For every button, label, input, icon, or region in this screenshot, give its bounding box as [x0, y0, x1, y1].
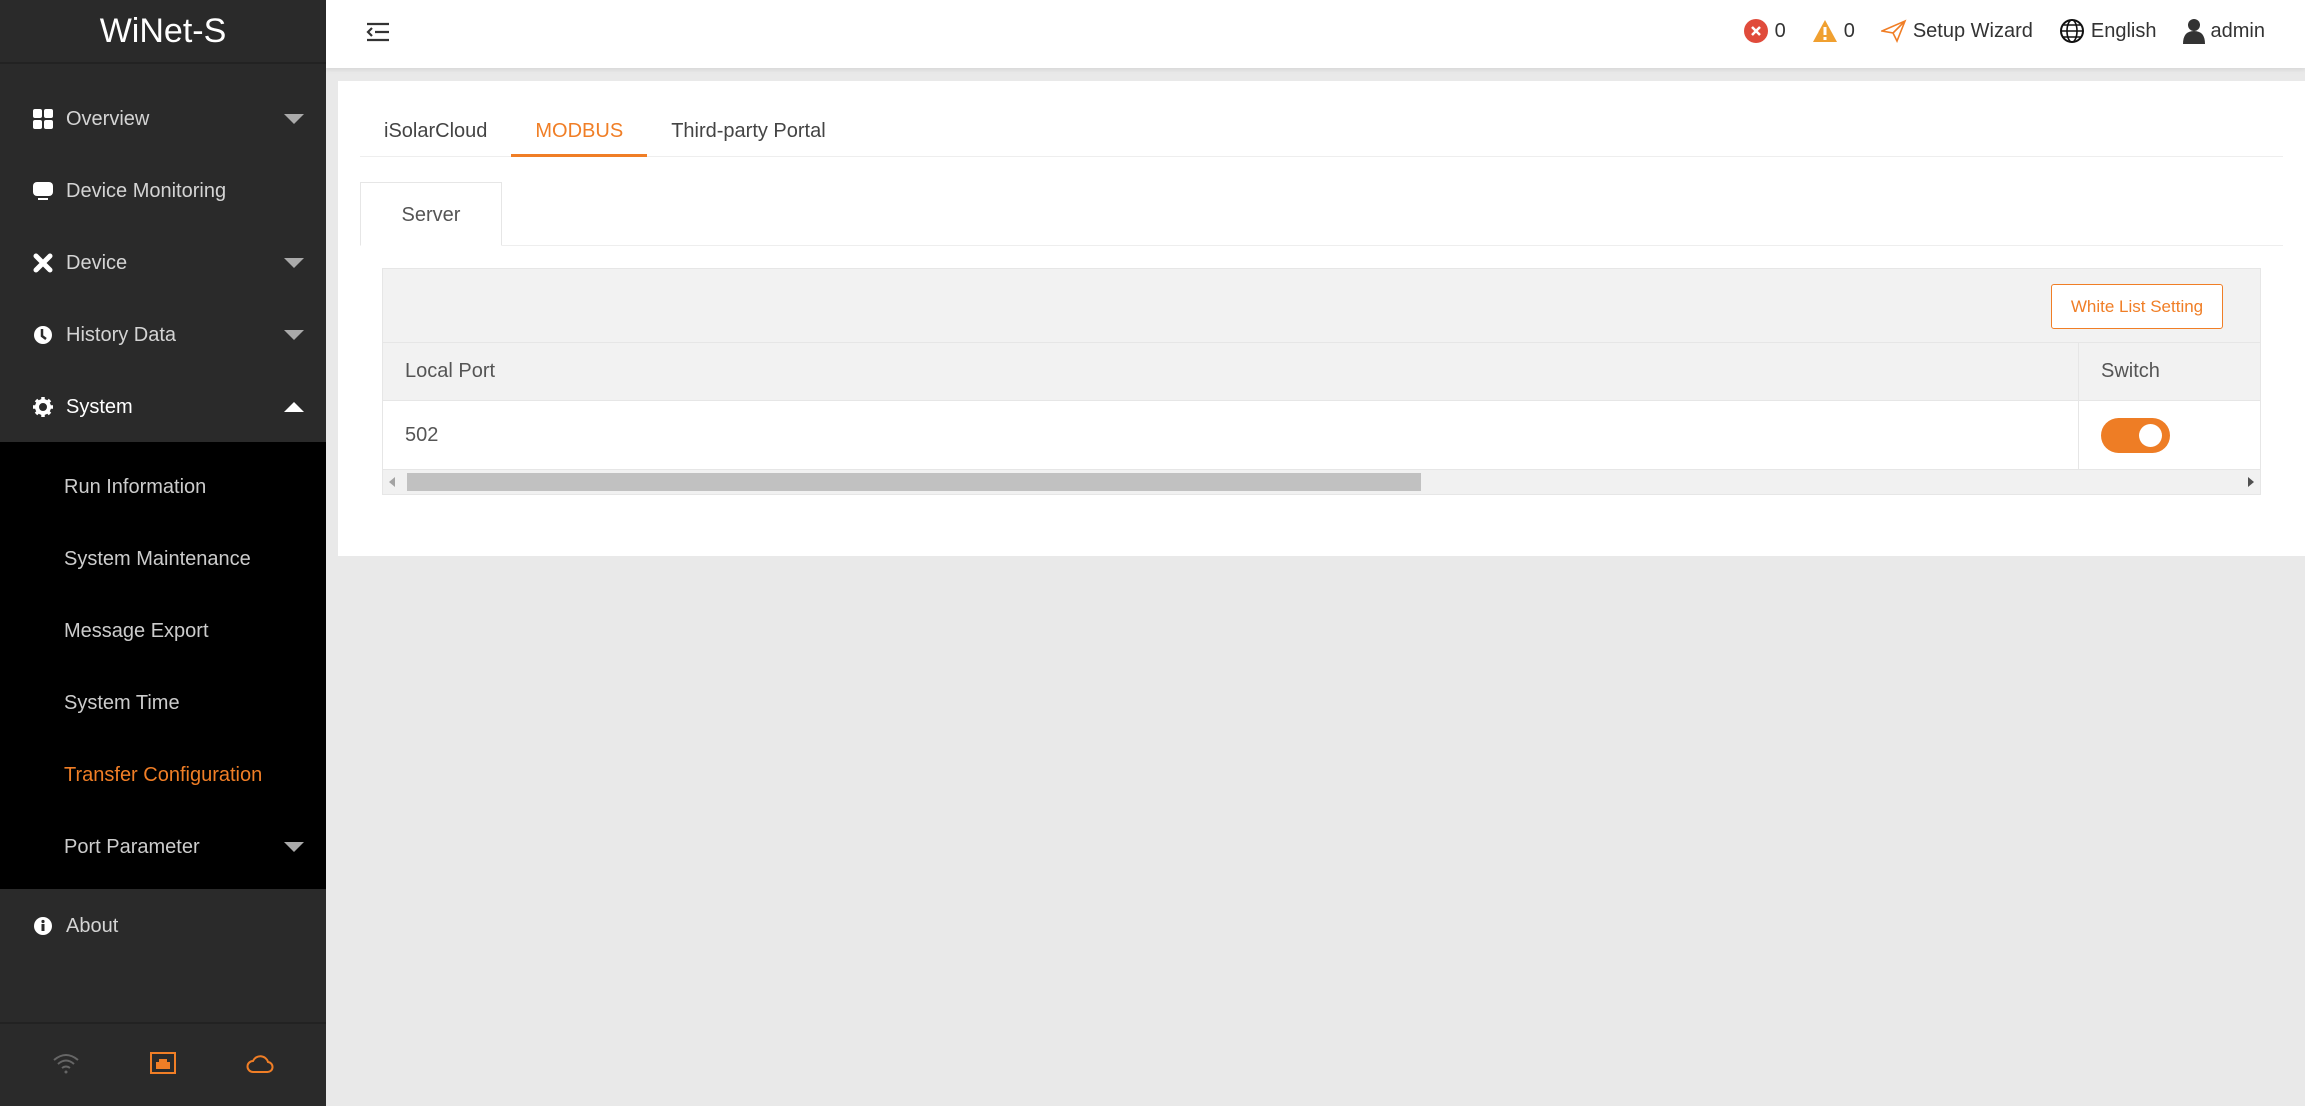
- sidebar-item-label: History Data: [66, 323, 177, 346]
- gear-icon: [32, 396, 54, 418]
- sidebar-item-history-data[interactable]: History Data: [0, 299, 326, 371]
- language-selector[interactable]: English: [2059, 18, 2157, 44]
- column-header-switch: Switch: [2101, 360, 2160, 382]
- sidebar-item-overview[interactable]: Overview: [0, 83, 326, 155]
- warning-icon: [1812, 20, 1837, 42]
- sidebar-item-label: Device: [66, 251, 128, 274]
- info-icon: [32, 915, 54, 937]
- sub-tabs: Server: [360, 182, 2283, 246]
- tab-isolarcloud[interactable]: iSolarCloud: [360, 105, 511, 156]
- port-switch-toggle[interactable]: [2101, 417, 2170, 453]
- local-port-cell: 502: [383, 401, 2079, 469]
- tab-server[interactable]: Server: [360, 182, 502, 246]
- chevron-down-icon: [284, 330, 304, 340]
- horizontal-scrollbar[interactable]: [383, 470, 2260, 494]
- sidebar-item-label: Device Monitoring: [66, 179, 227, 202]
- chevron-down-icon: [284, 258, 304, 268]
- monitor-icon: [32, 180, 54, 202]
- submenu-system-maintenance[interactable]: System Maintenance: [0, 523, 326, 595]
- column-header-local-port: Local Port: [383, 343, 2079, 400]
- scroll-left-icon[interactable]: [389, 477, 395, 487]
- logo: WiNet-S: [99, 12, 227, 50]
- tab-modbus[interactable]: MODBUS: [511, 105, 647, 157]
- user-menu[interactable]: admin: [2182, 18, 2265, 44]
- white-list-setting-button[interactable]: White List Setting: [2051, 284, 2223, 329]
- error-alarms[interactable]: 0: [1743, 18, 1786, 44]
- sidebar-item-system[interactable]: System: [0, 371, 326, 443]
- sidebar-item-device[interactable]: Device: [0, 227, 326, 299]
- submenu-message-export[interactable]: Message Export: [0, 595, 326, 667]
- main-tabs: iSolarCloud MODBUS Third-party Portal: [360, 105, 2283, 157]
- grid-icon: [32, 108, 54, 130]
- submenu-label: Port Parameter: [64, 836, 200, 858]
- sidebar-item-label: System: [66, 395, 133, 418]
- connection-status: [0, 1022, 326, 1106]
- submenu-system-time[interactable]: System Time: [0, 667, 326, 739]
- sidebar: WiNet-S Overview Device Monitoring Devic…: [0, 0, 326, 1106]
- content-card: iSolarCloud MODBUS Third-party Portal Se…: [338, 81, 2305, 556]
- sidebar-item-label: Overview: [66, 107, 150, 130]
- submenu-port-parameter[interactable]: Port Parameter: [0, 811, 326, 883]
- tab-third-party-portal[interactable]: Third-party Portal: [647, 105, 850, 156]
- server-table: White List Setting Local Port Switch 502: [382, 268, 2261, 495]
- paper-plane-icon: [1880, 19, 1907, 43]
- table-row: 502: [383, 401, 2260, 470]
- cloud-icon: [246, 1052, 274, 1079]
- scrollbar-thumb[interactable]: [407, 473, 1421, 491]
- chevron-down-icon: [284, 114, 304, 124]
- wifi-icon: [52, 1052, 80, 1079]
- user-icon: [2182, 19, 2205, 44]
- table-header: Local Port Switch: [383, 343, 2260, 401]
- setup-wizard-link[interactable]: Setup Wizard: [1880, 19, 2033, 43]
- error-icon: [1743, 19, 1768, 43]
- clock-icon: [32, 324, 54, 346]
- submenu-transfer-configuration[interactable]: Transfer Configuration: [0, 739, 326, 811]
- globe-icon: [2059, 19, 2084, 43]
- scroll-right-icon[interactable]: [2248, 477, 2254, 487]
- top-header: 0 0 Setup Wizard English admin: [326, 0, 2305, 68]
- submenu-run-information[interactable]: Run Information: [0, 451, 326, 523]
- ethernet-icon: [150, 1051, 176, 1079]
- chevron-up-icon: [284, 402, 304, 412]
- tools-icon: [32, 252, 54, 274]
- system-submenu: Run Information System Maintenance Messa…: [0, 442, 326, 889]
- sidebar-item-about[interactable]: About: [0, 890, 326, 962]
- chevron-down-icon: [284, 842, 304, 852]
- sidebar-item-device-monitoring[interactable]: Device Monitoring: [0, 155, 326, 227]
- menu-toggle-icon[interactable]: [366, 22, 390, 47]
- warning-alarms[interactable]: 0: [1812, 19, 1855, 43]
- sidebar-item-label: About: [66, 914, 119, 937]
